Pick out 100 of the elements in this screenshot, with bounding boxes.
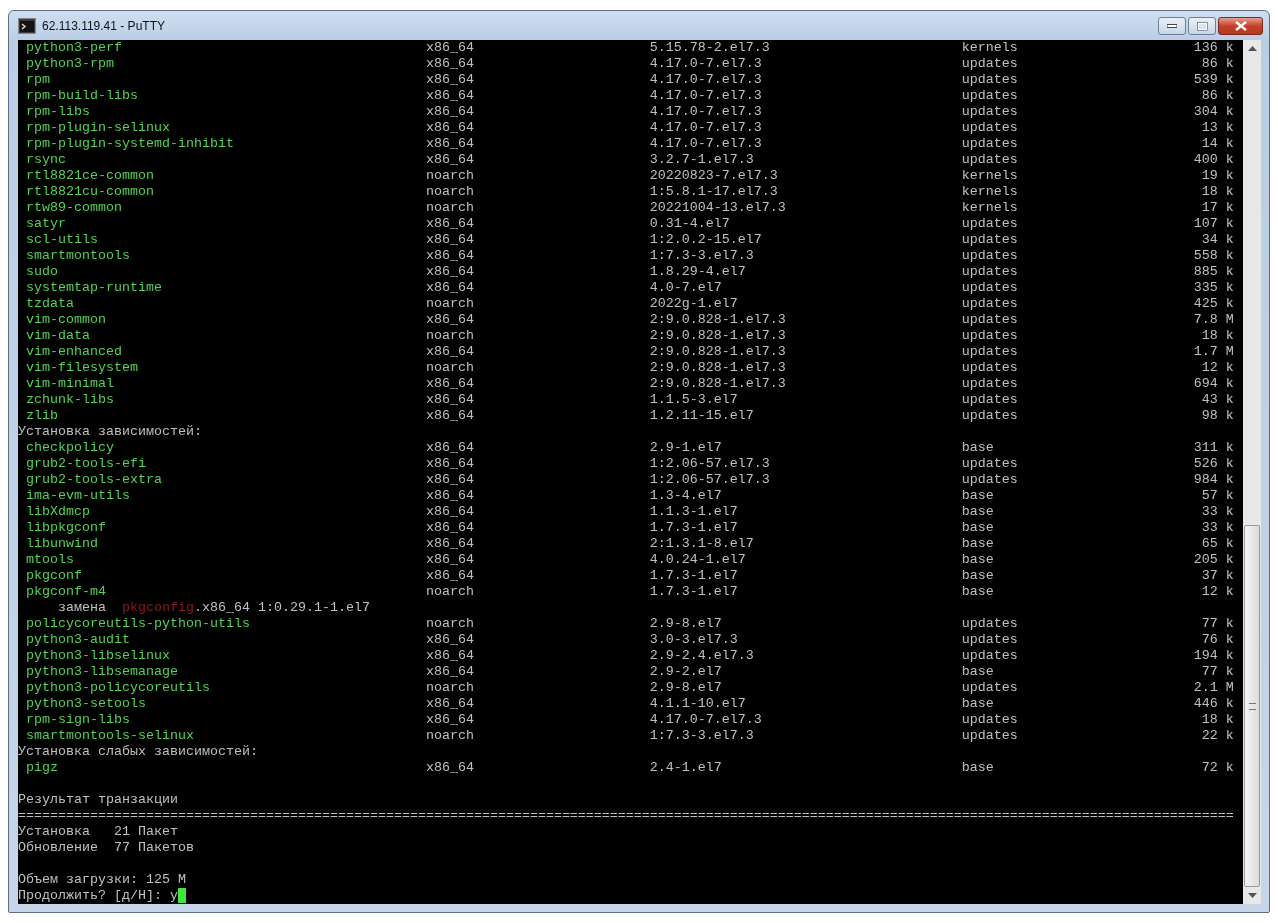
package-size: 57 k [1201, 488, 1234, 504]
package-arch: x86_64 [425, 632, 474, 648]
scroll-up-icon[interactable] [1247, 46, 1257, 51]
package-version: 2:9.0.828-1.el7.3 [649, 360, 786, 376]
package-repo: updates [961, 104, 1018, 120]
package-name: rpm [25, 72, 50, 88]
package-version: 4.17.0-7.el7.3 [649, 72, 762, 88]
package-size: 65 k [1201, 536, 1234, 552]
package-repo: updates [961, 136, 1018, 152]
maximize-button[interactable] [1188, 17, 1216, 35]
package-name: zlib [25, 408, 58, 424]
package-repo: updates [961, 248, 1018, 264]
package-arch: x86_64 [425, 568, 474, 584]
package-version: 4.17.0-7.el7.3 [649, 712, 762, 728]
package-size: 539 k [1193, 72, 1234, 88]
terminal-line: Объем загрузки: 125 M [18, 872, 186, 888]
package-version: 1:2.0.2-15.el7 [649, 232, 762, 248]
package-size: 18 k [1201, 712, 1234, 728]
package-size: 22 k [1201, 728, 1234, 744]
package-repo: base [961, 696, 994, 712]
package-repo: kernels [961, 200, 1018, 216]
package-version: 2.9-1.el7 [649, 440, 722, 456]
package-arch: noarch [425, 584, 474, 600]
package-size: 33 k [1201, 504, 1234, 520]
package-version: 2.9-2.4.el7.3 [649, 648, 754, 664]
package-version: 5.15.78-2.el7.3 [649, 40, 770, 56]
package-arch: noarch [425, 680, 474, 696]
terminal-line: Результат транзакции [18, 792, 178, 808]
minimize-button[interactable] [1158, 17, 1186, 35]
package-repo: updates [961, 328, 1018, 344]
package-version: 4.17.0-7.el7.3 [649, 136, 762, 152]
package-size: 34 k [1201, 232, 1234, 248]
package-arch: x86_64 [425, 520, 474, 536]
package-version: 4.17.0-7.el7.3 [649, 56, 762, 72]
package-arch: noarch [425, 168, 474, 184]
package-size: 885 k [1193, 264, 1234, 280]
package-size: 12 k [1201, 584, 1234, 600]
package-size: 19 k [1201, 168, 1234, 184]
package-version: 1.7.3-1.el7 [649, 584, 738, 600]
package-arch: x86_64 [425, 232, 474, 248]
scrollbar-thumb[interactable] [1244, 525, 1260, 887]
package-arch: x86_64 [425, 280, 474, 296]
package-name: python3-setools [25, 696, 146, 712]
package-size: 72 k [1201, 760, 1234, 776]
package-repo: updates [961, 264, 1018, 280]
package-version: 1.8.29-4.el7 [649, 264, 746, 280]
package-repo: base [961, 568, 994, 584]
package-version: 1.1.5-3.el7 [649, 392, 738, 408]
package-repo: updates [961, 616, 1018, 632]
package-version: 2.4-1.el7 [649, 760, 722, 776]
package-version: 20220823-7.el7.3 [649, 168, 778, 184]
package-version: 1:2.06-57.el7.3 [649, 472, 770, 488]
package-name: rpm-plugin-systemd-inhibit [25, 136, 234, 152]
package-name: python3-policycoreutils [25, 680, 210, 696]
package-arch: noarch [425, 360, 474, 376]
close-button[interactable] [1218, 17, 1263, 35]
package-name: libpkgconf [25, 520, 106, 536]
package-version: 2.9-8.el7 [649, 616, 722, 632]
package-arch: x86_64 [425, 504, 474, 520]
package-size: 400 k [1193, 152, 1234, 168]
package-name: sudo [25, 264, 58, 280]
package-repo: updates [961, 376, 1018, 392]
window-title: 62.113.119.41 - PuTTY [42, 18, 165, 33]
scrollbar[interactable] [1243, 40, 1261, 904]
package-name: grub2-tools-extra [25, 472, 162, 488]
package-name: vim-filesystem [25, 360, 138, 376]
terminal-line: ======================================================================================================================================================== [18, 808, 1234, 824]
package-arch: x86_64 [425, 488, 474, 504]
package-version: 2.9-2.el7 [649, 664, 722, 680]
package-arch: x86_64 [425, 664, 474, 680]
package-version: 2:1.3.1-8.el7 [649, 536, 754, 552]
package-repo: updates [961, 152, 1018, 168]
package-name: libunwind [25, 536, 98, 552]
package-size: 194 k [1193, 648, 1234, 664]
package-version: 20221004-13.el7.3 [649, 200, 786, 216]
package-arch: x86_64 [425, 88, 474, 104]
scroll-down-icon[interactable] [1247, 893, 1257, 898]
package-name: smartmontools-selinux [25, 728, 194, 744]
package-version: 3.0-3.el7.3 [649, 632, 738, 648]
package-repo: updates [961, 392, 1018, 408]
package-arch: x86_64 [425, 312, 474, 328]
package-repo: updates [961, 216, 1018, 232]
package-arch: x86_64 [425, 152, 474, 168]
package-arch: x86_64 [425, 536, 474, 552]
package-arch: x86_64 [425, 696, 474, 712]
package-repo: updates [961, 728, 1018, 744]
package-size: 37 k [1201, 568, 1234, 584]
package-arch: x86_64 [425, 216, 474, 232]
package-repo: base [961, 488, 994, 504]
package-arch: noarch [425, 328, 474, 344]
package-name: python3-libselinux [25, 648, 170, 664]
package-arch: noarch [425, 616, 474, 632]
package-size: 18 k [1201, 184, 1234, 200]
package-arch: x86_64 [425, 648, 474, 664]
package-repo: updates [961, 88, 1018, 104]
package-size: 446 k [1193, 696, 1234, 712]
package-arch: x86_64 [425, 472, 474, 488]
package-version: 1.7.3-1.el7 [649, 520, 738, 536]
package-name: zchunk-libs [25, 392, 114, 408]
package-size: 86 k [1201, 88, 1234, 104]
